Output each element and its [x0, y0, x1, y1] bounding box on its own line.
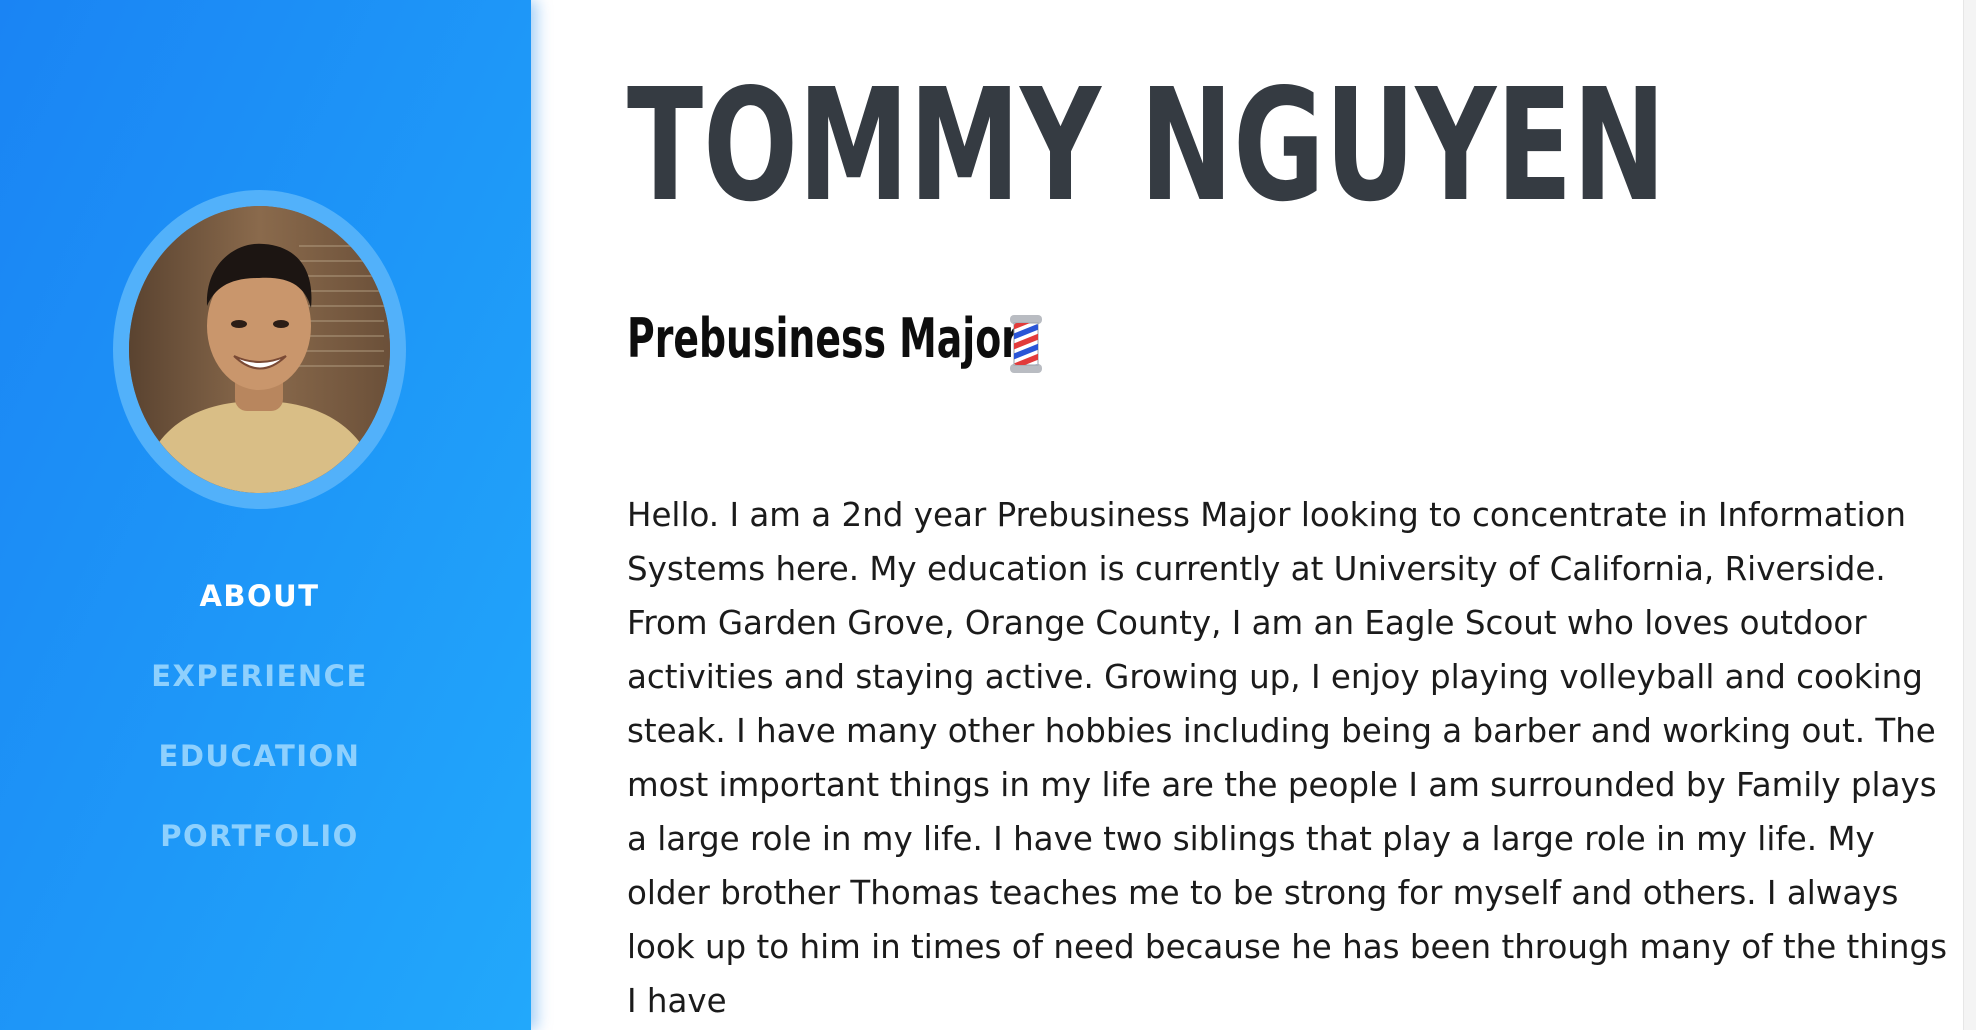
sidebar-nav: ABOUT EXPERIENCE EDUCATION PORTFOLIO	[0, 556, 519, 876]
subtitle: Prebusiness Major	[627, 307, 1020, 370]
avatar	[129, 206, 390, 493]
nav-item-education: EDUCATION	[0, 716, 519, 796]
nav-link-education[interactable]: EDUCATION	[159, 739, 361, 773]
page-title: TOMMY NGUYEN	[627, 55, 1666, 236]
about-bio: Hello. I am a 2nd year Prebusiness Major…	[627, 496, 1948, 1020]
main-content: TOMMY NGUYEN Prebusiness Major Hello. I …	[531, 0, 1976, 1030]
profile-photo	[129, 206, 390, 493]
nav-link-experience[interactable]: EXPERIENCE	[151, 659, 368, 693]
barber-pole-icon	[1005, 313, 1047, 375]
nav-link-about[interactable]: ABOUT	[199, 579, 319, 613]
resume-page: ABOUT EXPERIENCE EDUCATION PORTFOLIO TOM…	[0, 0, 1976, 1030]
nav-link-portfolio[interactable]: PORTFOLIO	[160, 819, 359, 853]
nav-item-experience: EXPERIENCE	[0, 636, 519, 716]
nav-item-about: ABOUT	[0, 556, 519, 636]
sidebar: ABOUT EXPERIENCE EDUCATION PORTFOLIO	[0, 0, 531, 1030]
nav-item-portfolio: PORTFOLIO	[0, 796, 519, 876]
